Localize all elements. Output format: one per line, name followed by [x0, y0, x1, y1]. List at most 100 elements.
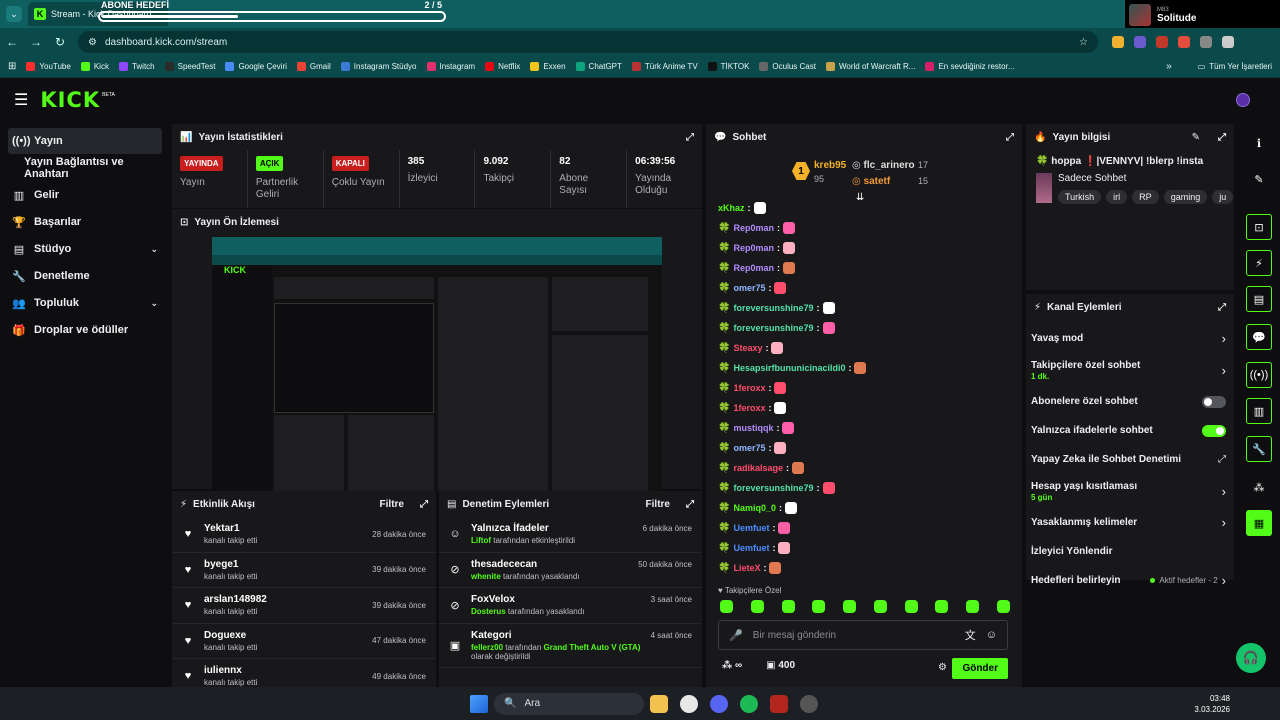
puzzle-icon[interactable]: [1200, 36, 1212, 48]
chat-username[interactable]: Rep0man: [733, 263, 774, 273]
activity-username[interactable]: byege1: [204, 559, 362, 570]
emote-icon[interactable]: [843, 600, 857, 613]
tag-chip[interactable]: irl: [1106, 190, 1128, 204]
channel-action-row[interactable]: Yalnızca ifadelerle sohbet: [1026, 416, 1234, 445]
emote-icon[interactable]: [781, 600, 795, 613]
chat-username[interactable]: Rep0man: [733, 243, 774, 253]
channel-action-row[interactable]: Yasaklanmış kelimeler ›: [1026, 508, 1234, 537]
user-avatar[interactable]: [1236, 93, 1250, 107]
chat-input[interactable]: 🎤 Bir mesaj gönderin 文 ☺: [718, 620, 1008, 650]
translate-icon[interactable]: 文: [965, 627, 976, 643]
expand-icon[interactable]: ⤢: [686, 132, 694, 143]
leader-name[interactable]: kreb95: [814, 160, 846, 171]
channel-action-row[interactable]: Abonelere özel sohbet: [1026, 387, 1234, 416]
chat-message[interactable]: 🍀 Steaxy:: [718, 338, 1014, 358]
chat-username[interactable]: omer75: [733, 443, 765, 453]
chat-message[interactable]: 🍀 foreversunshine79:: [718, 298, 1014, 318]
chrome-icon[interactable]: [680, 694, 698, 713]
emote-icon[interactable]: [854, 362, 867, 374]
extension-icon[interactable]: [1156, 36, 1168, 48]
tag-chip[interactable]: Turkish: [1058, 190, 1102, 204]
chat-message[interactable]: 🍀 omer75:: [718, 278, 1014, 298]
chat-username[interactable]: Uemfuet: [733, 523, 769, 533]
expand-icon[interactable]: ⤢: [686, 499, 694, 510]
kick-logo[interactable]: KICK: [40, 88, 100, 112]
bookmark-item[interactable]: Exxen: [530, 62, 566, 71]
wrench-icon[interactable]: 🔧: [1246, 436, 1272, 462]
support-headset-icon[interactable]: 🎧: [1236, 643, 1266, 673]
emote-icon[interactable]: [904, 600, 918, 613]
chat-username[interactable]: Rep0man: [733, 223, 774, 233]
back-icon[interactable]: ←: [0, 35, 24, 49]
emote-icon[interactable]: [771, 342, 784, 354]
more-bookmarks-icon[interactable]: »: [1166, 61, 1172, 72]
bookmark-star-icon[interactable]: ☆: [1079, 37, 1088, 48]
menu-icon[interactable]: [1222, 36, 1234, 48]
moderation-row[interactable]: ☺ Yalnızca İfadeler Liftof tarafından etki…: [439, 517, 702, 553]
activity-row[interactable]: ♥ arslan148982 kanalı takip etti 39 dakika …: [172, 588, 436, 624]
expand-icon[interactable]: ⤢: [1218, 132, 1226, 143]
sidebar-item[interactable]: 👥 Topluluk ⌄: [8, 290, 162, 316]
external-link-icon[interactable]: ⤢: [1218, 454, 1226, 465]
sidebar-item[interactable]: ▥ Gelir: [8, 182, 162, 208]
channel-action-row[interactable]: Hedefleri belirleyin Aktif hedefler - 2 ›: [1026, 566, 1234, 595]
category-link[interactable]: Grand Theft Auto V (GTA): [544, 643, 641, 652]
channel-action-row[interactable]: İzleyici Yönlendir: [1026, 537, 1234, 566]
app-icon[interactable]: [770, 694, 788, 713]
extension-icon[interactable]: [1134, 36, 1146, 48]
emote-icon[interactable]: [782, 422, 795, 434]
url-field[interactable]: ⚙ dashboard.kick.com/stream ☆: [78, 31, 1098, 53]
bookmark-item[interactable]: World of Warcraft R...: [825, 62, 915, 71]
bookmark-item[interactable]: Instagram: [426, 62, 475, 71]
expand-icon[interactable]: ⤢: [1006, 132, 1014, 143]
stream-preview-video[interactable]: KICK: [212, 237, 662, 491]
chat-message[interactable]: 🍀 foreversunshine79:: [718, 478, 1014, 498]
chat-username[interactable]: omer75: [733, 283, 765, 293]
moderation-row[interactable]: ▣ Kategori fellerz00 tarafından Grand Thef…: [439, 624, 702, 668]
moderation-row[interactable]: ⊘ FoxVelox Dosterus tarafından yasaklandı 3…: [439, 588, 702, 624]
emote-icon[interactable]: [769, 562, 782, 574]
activity-username[interactable]: Yektar1: [204, 523, 362, 534]
reload-icon[interactable]: ↻: [48, 35, 72, 49]
chat-message[interactable]: 🍀 Rep0man:: [718, 238, 1014, 258]
chevron-right-icon[interactable]: ›: [1222, 573, 1226, 588]
toggle-switch[interactable]: [1202, 424, 1226, 437]
emote-icon[interactable]: [822, 322, 835, 334]
activity-row[interactable]: ♥ iuliennx kanalı takip etti 49 dakika önce: [172, 659, 436, 687]
emote-icon[interactable]: [750, 600, 764, 613]
bookmark-item[interactable]: Google Çeviri: [225, 62, 287, 71]
emote-icon[interactable]: [774, 402, 787, 414]
category-thumbnail[interactable]: [1036, 173, 1052, 203]
emote-icon[interactable]: [774, 282, 787, 294]
chat-settings-icon[interactable]: ⚙: [938, 662, 947, 673]
chat-username[interactable]: xKhaz: [718, 203, 745, 213]
bookmark-item[interactable]: Instagram Stüdyo: [340, 62, 417, 71]
chat-username[interactable]: radikalsage: [733, 463, 783, 473]
emote-icon[interactable]: [996, 600, 1010, 613]
apps-grid-icon[interactable]: ⊞: [8, 61, 16, 72]
chat-message[interactable]: 🍀 Uemfuet:: [718, 538, 1014, 558]
emote-icon[interactable]: [791, 462, 804, 474]
channel-action-row[interactable]: Yapay Zeka ile Sohbet Denetimi ⤢: [1026, 445, 1234, 474]
sidebar-item[interactable]: 🔧 Denetleme: [8, 263, 162, 289]
emote-icon[interactable]: [774, 442, 787, 454]
moderation-filter-button[interactable]: Filtre: [646, 499, 670, 510]
bookmark-item[interactable]: Türk Anime TV: [631, 62, 698, 71]
tag-chip[interactable]: gaming: [1163, 190, 1208, 204]
activity-username[interactable]: iuliennx: [204, 665, 362, 676]
sidebar-item[interactable]: ▤ Stüdyo ⌄: [8, 236, 162, 262]
chat-username[interactable]: foreversunshine79: [733, 303, 813, 313]
chat-username[interactable]: LieteX: [733, 563, 760, 573]
expand-icon[interactable]: ⤢: [1218, 302, 1226, 313]
activity-row[interactable]: ♥ byege1 kanalı takip etti 39 dakika önce: [172, 553, 436, 588]
taskbar-clock[interactable]: 03:48 3.03.2026: [1194, 693, 1230, 715]
emote-icon[interactable]: [778, 542, 791, 554]
emote-icon[interactable]: [935, 600, 949, 613]
points-display[interactable]: ▣ 400: [766, 660, 795, 671]
chat-username[interactable]: Uemfuet: [733, 543, 769, 553]
taskbar-search[interactable]: 🔍 Ara: [494, 692, 644, 715]
extension-icon[interactable]: [1178, 36, 1190, 48]
emote-icon[interactable]: [822, 302, 835, 314]
app-icon[interactable]: [800, 694, 818, 713]
chat-message[interactable]: 🍀 Hesapsirfbununicinacildi0:: [718, 358, 1014, 378]
